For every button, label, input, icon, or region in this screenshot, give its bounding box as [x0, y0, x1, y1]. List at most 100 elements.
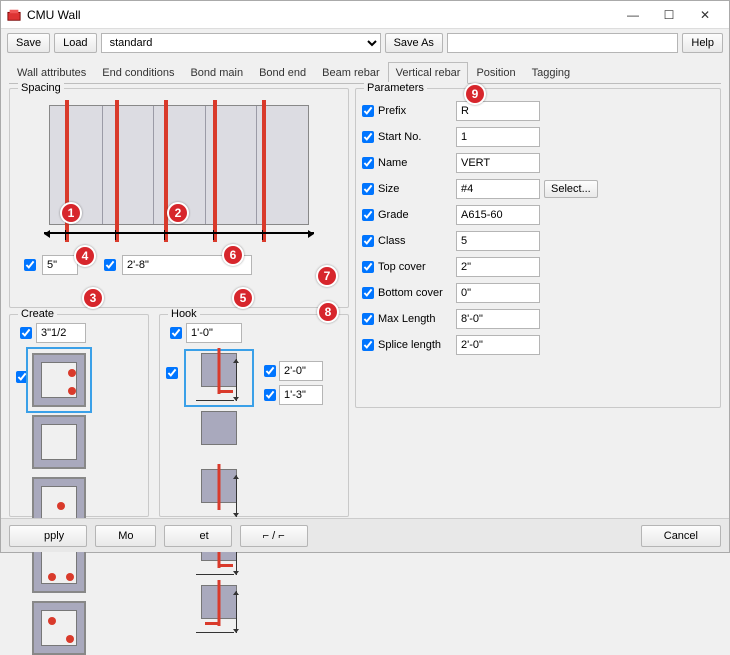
annotation-badge-5: 5	[232, 287, 254, 309]
param-row-maxlength: Max Length	[362, 309, 714, 329]
annotation-badge-8: 8	[317, 301, 339, 323]
param-splice-checkbox[interactable]	[362, 339, 374, 351]
dialog-footer: pply Mo et ⌐ / ⌐ Cancel	[1, 518, 729, 552]
param-class-checkbox[interactable]	[362, 235, 374, 247]
tab-wall-attributes[interactable]: Wall attributes	[9, 62, 94, 84]
window-minimize[interactable]: —	[615, 4, 651, 26]
create-title: Create	[18, 308, 57, 320]
tab-bond-end[interactable]: Bond end	[251, 62, 314, 84]
param-topcover-input[interactable]	[456, 257, 540, 277]
param-row-topcover: Top cover	[362, 257, 714, 277]
get-button[interactable]: et	[164, 525, 231, 547]
annotation-badge-7: 7	[316, 265, 338, 287]
preset-select[interactable]: standard	[101, 33, 381, 53]
annotation-badge-2: 2	[167, 202, 189, 224]
hook-shape-checkbox[interactable]	[166, 367, 178, 379]
param-bottomcover-input[interactable]	[456, 283, 540, 303]
param-grade-checkbox[interactable]	[362, 209, 374, 221]
param-size-select-button[interactable]: Select...	[544, 180, 598, 198]
param-prefix-checkbox[interactable]	[362, 105, 374, 117]
toggle-button[interactable]: ⌐ / ⌐	[240, 525, 308, 547]
param-startno-label: Start No.	[378, 131, 421, 143]
param-grade-input[interactable]	[456, 205, 540, 225]
apply-button[interactable]: pply	[9, 525, 87, 547]
tab-beam-rebar[interactable]: Beam rebar	[314, 62, 387, 84]
param-topcover-checkbox[interactable]	[362, 261, 374, 273]
param-class-input[interactable]	[456, 231, 540, 251]
hook-dim1-input[interactable]	[279, 361, 323, 381]
hook-length-checkbox[interactable]	[170, 327, 182, 339]
param-startno-input[interactable]	[456, 127, 540, 147]
save-as-button[interactable]: Save As	[385, 33, 443, 53]
load-button[interactable]: Load	[54, 33, 96, 53]
hook-group: Hook	[159, 314, 349, 517]
param-name-input[interactable]	[456, 153, 540, 173]
param-class-label: Class	[378, 235, 406, 247]
hook-option-l-left[interactable]	[188, 585, 250, 635]
create-size-checkbox[interactable]	[20, 327, 32, 339]
tab-tagging[interactable]: Tagging	[524, 62, 579, 84]
param-maxlength-label: Max Length	[378, 313, 435, 325]
create-option-empty[interactable]	[32, 415, 86, 469]
param-bottomcover-checkbox[interactable]	[362, 287, 374, 299]
param-prefix-label: Prefix	[378, 105, 406, 117]
hook-option-none[interactable]	[188, 411, 250, 461]
tab-vertical-rebar[interactable]: Vertical rebar	[388, 62, 469, 84]
window-close[interactable]: ✕	[687, 4, 723, 26]
hook-dim2-checkbox[interactable]	[264, 389, 276, 401]
spacing-title: Spacing	[18, 82, 64, 94]
cancel-button[interactable]: Cancel	[641, 525, 721, 547]
annotation-badge-4: 4	[74, 245, 96, 267]
param-maxlength-checkbox[interactable]	[362, 313, 374, 325]
hook-option-l-down[interactable]	[188, 353, 250, 403]
help-button[interactable]: Help	[682, 33, 723, 53]
spacing-offset-input[interactable]	[42, 255, 78, 275]
param-name-checkbox[interactable]	[362, 157, 374, 169]
create-group: Create	[9, 314, 149, 517]
save-button[interactable]: Save	[7, 33, 50, 53]
annotation-badge-9: 9	[464, 83, 486, 105]
parameters-group: Parameters Prefix Start No. Name Size	[355, 88, 721, 408]
tab-strip: Wall attributes End conditions Bond main…	[9, 61, 721, 84]
tab-end-conditions[interactable]: End conditions	[94, 62, 182, 84]
parameters-title: Parameters	[364, 82, 427, 94]
param-startno-checkbox[interactable]	[362, 131, 374, 143]
annotation-badge-3: 3	[82, 287, 104, 309]
param-row-splice: Splice length	[362, 335, 714, 355]
hook-shape-list[interactable]	[182, 353, 250, 635]
param-maxlength-input[interactable]	[456, 309, 540, 329]
param-row-name: Name	[362, 153, 714, 173]
hook-dim2-input[interactable]	[279, 385, 323, 405]
tab-bond-main[interactable]: Bond main	[182, 62, 251, 84]
app-icon	[7, 8, 21, 22]
create-size-input[interactable]	[36, 323, 86, 343]
save-as-input[interactable]	[447, 33, 678, 53]
param-row-startno: Start No.	[362, 127, 714, 147]
window-maximize[interactable]: ☐	[651, 4, 687, 26]
spacing-group: Spacing	[9, 88, 349, 308]
param-size-checkbox[interactable]	[362, 183, 374, 195]
tab-position[interactable]: Position	[468, 62, 523, 84]
hook-option-straight[interactable]	[188, 469, 250, 519]
create-option-two-dots-diag[interactable]	[32, 601, 86, 655]
annotation-badge-6: 6	[222, 244, 244, 266]
preset-toolbar: Save Load standard Save As Help	[1, 29, 729, 57]
param-size-input[interactable]	[456, 179, 540, 199]
param-bottomcover-label: Bottom cover	[378, 287, 443, 299]
param-splice-label: Splice length	[378, 339, 441, 351]
modify-button[interactable]: Mo	[95, 525, 156, 547]
hook-dim1-checkbox[interactable]	[264, 365, 276, 377]
param-row-class: Class	[362, 231, 714, 251]
spacing-value-checkbox[interactable]	[104, 259, 116, 271]
annotation-badge-1: 1	[60, 202, 82, 224]
param-splice-input[interactable]	[456, 335, 540, 355]
param-row-bottomcover: Bottom cover	[362, 283, 714, 303]
hook-length-input[interactable]	[186, 323, 242, 343]
param-name-label: Name	[378, 157, 407, 169]
create-option-two-dots-right[interactable]	[32, 353, 86, 407]
spacing-offset-checkbox[interactable]	[24, 259, 36, 271]
param-prefix-input[interactable]	[456, 101, 540, 121]
create-pattern-checkbox[interactable]	[16, 371, 28, 383]
create-pattern-list[interactable]	[32, 353, 86, 655]
param-row-prefix: Prefix	[362, 101, 714, 121]
